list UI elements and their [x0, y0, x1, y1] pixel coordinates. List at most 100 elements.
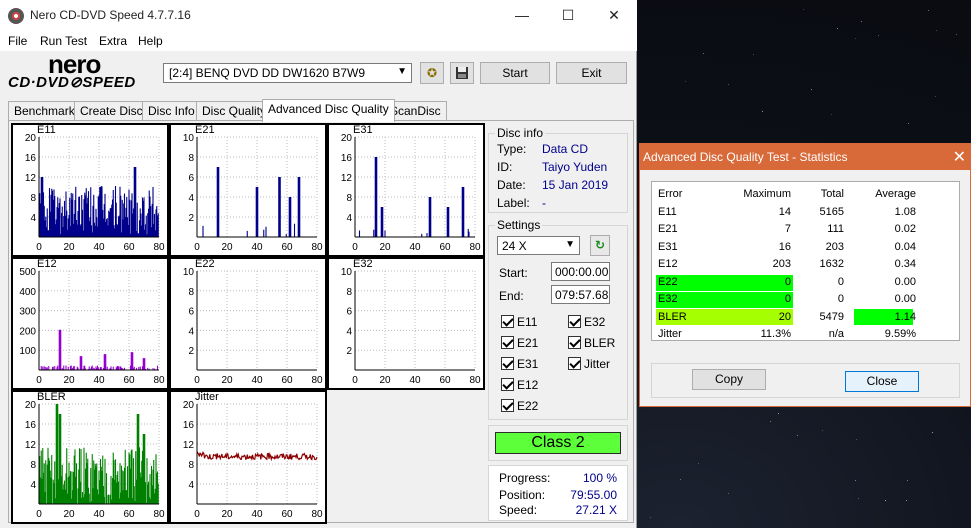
statistics-close-icon[interactable]: ✕ [953, 147, 966, 167]
maximize-button[interactable]: ☐ [545, 0, 591, 31]
end-time-input[interactable]: 079:57.68 [551, 285, 610, 304]
position-label: Position: [499, 488, 546, 502]
y-tick-label: 20 [341, 133, 353, 144]
copy-button[interactable]: Copy [692, 369, 766, 390]
y-tick-label: 12 [25, 173, 37, 184]
desktop-star [702, 53, 704, 55]
exit-button[interactable]: Exit [556, 62, 627, 84]
close-button[interactable]: ✕ [591, 0, 637, 31]
start-time-input[interactable]: 000:00.00 [551, 262, 610, 281]
stats-cell: 203 [772, 258, 791, 270]
x-tick-label: 40 [251, 375, 263, 386]
speed-value: 27.21 X [575, 503, 617, 517]
desktop-star [934, 96, 936, 98]
chevron-down-icon: ▼ [565, 239, 575, 250]
x-tick-label: 20 [63, 509, 75, 520]
disc-info-title: Disc info [495, 126, 546, 140]
chart-e32: 10 8 6 4 2 0 20 40 60 80 E32 [327, 257, 485, 390]
stats-cell: E11 [658, 205, 677, 218]
y-tick-label: 10 [183, 133, 195, 144]
start-button[interactable]: Start [480, 62, 550, 84]
checkbox-e22[interactable]: E22 [501, 399, 538, 413]
stats-cell: 0.00 [894, 275, 916, 288]
stats-cell: 20 [778, 310, 791, 323]
x-tick-label: 80 [469, 375, 481, 386]
chart-e12-label: E12 [37, 258, 57, 270]
checkbox-bler[interactable]: BLER [568, 336, 615, 350]
checkbox-e32[interactable]: E32 [568, 315, 605, 329]
chart-e22: 10 8 6 4 2 0 20 40 60 80 E22 [169, 257, 327, 390]
stats-cell: 1632 [819, 258, 844, 270]
desktop-star [884, 500, 886, 502]
tab-create-disc[interactable]: Create Disc [74, 101, 149, 121]
desktop-star [906, 500, 908, 502]
tab-disc-quality[interactable]: Disc Quality [196, 101, 273, 121]
stats-cell: 0 [837, 275, 844, 288]
y-tick-label: 6 [346, 307, 352, 318]
x-tick-label: 20 [63, 375, 75, 386]
stats-cell: 7 [784, 223, 791, 235]
x-tick-label: 80 [311, 242, 323, 253]
tab-advanced-disc-quality[interactable]: Advanced Disc Quality [262, 99, 395, 122]
x-tick-label: 0 [352, 242, 358, 253]
tab-benchmark[interactable]: Benchmark [8, 101, 81, 121]
y-tick-label: 8 [188, 460, 194, 471]
menu-help[interactable]: Help [138, 34, 163, 48]
refresh-button[interactable]: ↻ [590, 235, 610, 256]
x-tick-label: 20 [63, 242, 75, 253]
desktop-star [680, 478, 682, 480]
stats-cell: 1.08 [894, 205, 916, 218]
desktop-star [907, 122, 909, 124]
desktop-star [752, 54, 754, 56]
x-tick-label: 20 [221, 375, 233, 386]
drive-select[interactable]: [2:4] BENQ DVD DD DW1620 B7W9 ▼ [163, 63, 412, 83]
speed-select-value: 24 X [502, 239, 527, 253]
menu-run-test[interactable]: Run Test [40, 34, 87, 48]
checkbox-e11-label: E11 [517, 315, 538, 329]
tab-disc-info[interactable]: Disc Info [142, 101, 201, 121]
desktop-star [796, 435, 798, 437]
start-time-label: Start: [499, 266, 528, 280]
desktop-star [936, 29, 938, 31]
checkbox-bler-label: BLER [584, 336, 616, 350]
checkbox-jitter[interactable]: Jitter [568, 357, 610, 371]
stats-cell: E22 [658, 275, 678, 288]
checkbox-e12[interactable]: E12 [501, 378, 538, 392]
stats-header: Error [658, 188, 683, 200]
title-bar[interactable]: Nero CD-DVD Speed 4.7.7.16 — ☐ ✕ [0, 0, 637, 31]
statistics-title-bar[interactable]: Advanced Disc Quality Test - Statistics … [640, 144, 971, 170]
speed-select[interactable]: 24 X ▼ [497, 236, 580, 255]
chart-bler: 20 16 12 8 4 0 20 40 60 80 BLER [11, 390, 169, 524]
check-icon [501, 378, 514, 391]
menu-file[interactable]: File [8, 34, 27, 48]
stats-cell: 16 [778, 240, 791, 253]
save-button[interactable] [450, 62, 474, 84]
x-tick-label: 80 [153, 242, 165, 253]
x-tick-label: 0 [36, 509, 42, 520]
checkbox-e11[interactable]: E11 [501, 315, 537, 329]
drive-info-button[interactable]: ✪ [420, 62, 444, 84]
desktop-star [906, 479, 908, 481]
y-tick-label: 400 [19, 287, 36, 298]
drive-icon: ✪ [426, 66, 438, 80]
y-tick-label: 6 [188, 307, 194, 318]
minimize-button[interactable]: — [499, 0, 545, 31]
position-value: 79:55.00 [570, 488, 617, 502]
id-value: Taiyo Yuden [542, 160, 608, 174]
menu-extra[interactable]: Extra [99, 34, 127, 48]
y-tick-label: 4 [188, 480, 194, 491]
x-tick-label: 80 [311, 375, 323, 386]
checkbox-e31[interactable]: E31 [501, 357, 538, 371]
stats-cell: 0.02 [894, 223, 916, 235]
close-dialog-button[interactable]: Close [845, 371, 919, 392]
type-label: Type: [497, 142, 527, 156]
desktop-star [698, 463, 700, 465]
checkbox-e21[interactable]: E21 [501, 336, 538, 350]
id-label: ID: [497, 160, 513, 174]
check-icon [501, 399, 514, 412]
y-tick-label: 20 [25, 133, 37, 144]
desktop-star [649, 517, 651, 519]
chart-jitter-label: Jitter [195, 391, 219, 403]
y-tick-label: 4 [346, 326, 352, 337]
desktop-star [855, 38, 857, 40]
